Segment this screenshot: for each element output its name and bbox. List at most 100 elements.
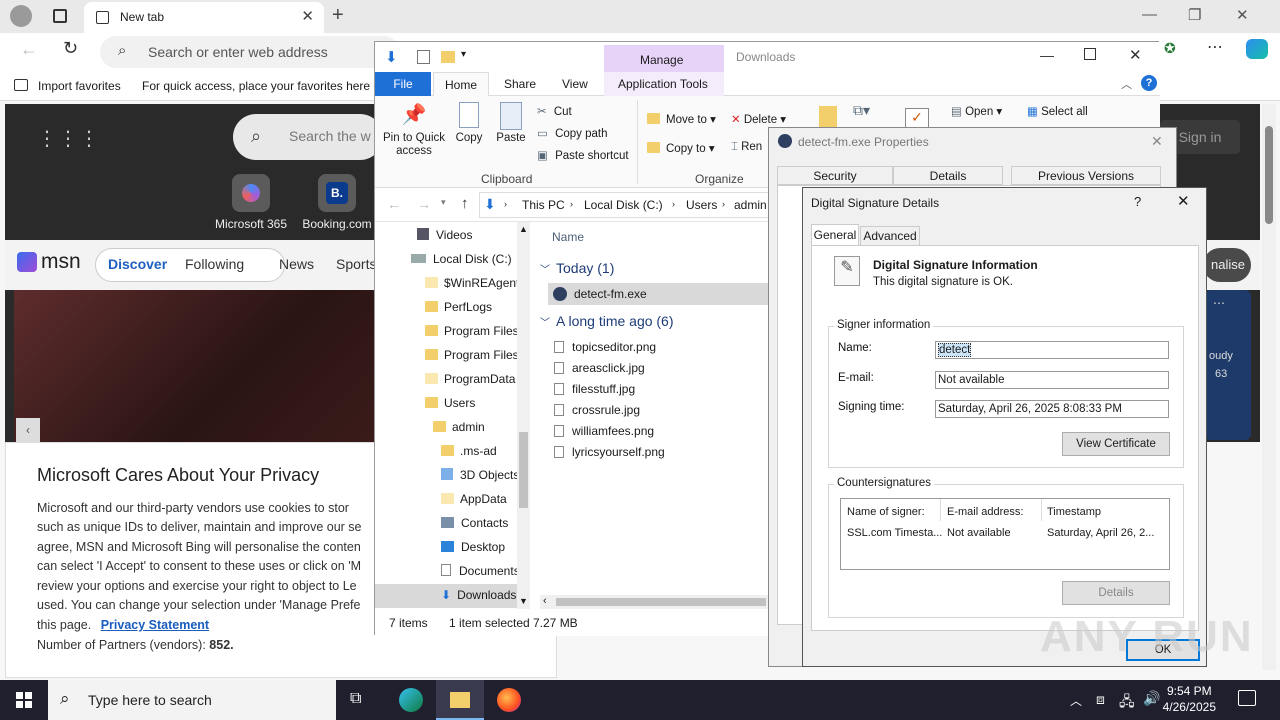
- scrollbar[interactable]: [1262, 104, 1276, 670]
- nav-recent-icon[interactable]: ▾: [441, 197, 446, 208]
- explorer-taskbar-button[interactable]: [436, 680, 484, 720]
- tree-item-3d-objects[interactable]: 3D Objects: [441, 468, 519, 482]
- scroll-up-icon[interactable]: ▲: [519, 224, 528, 234]
- address-bar[interactable]: ⌕ Search or enter web address: [100, 36, 400, 68]
- tab-new-tab[interactable]: New tab ✕: [84, 2, 324, 33]
- countersignatures-table[interactable]: Name of signer: E-mail address: Timestam…: [840, 498, 1170, 570]
- sig-help-button[interactable]: ?: [1134, 194, 1141, 209]
- tree-scrollbar[interactable]: ▲ ▼: [517, 222, 530, 609]
- explorer-maximize-icon[interactable]: [1084, 48, 1096, 60]
- copy-path-button[interactable]: ▭ Copy path: [537, 126, 608, 140]
- file-row[interactable]: filesstuff.jpg: [554, 382, 635, 396]
- ribbon-collapse-icon[interactable]: ︿: [1121, 76, 1132, 92]
- new-tab-icon[interactable]: +: [332, 4, 344, 27]
- scrollbar-thumb[interactable]: [1265, 126, 1273, 224]
- more-menu-icon[interactable]: ⋯: [1207, 37, 1223, 57]
- clock[interactable]: 9:54 PM 4/26/2025: [1163, 683, 1216, 715]
- msn-brand[interactable]: msn: [41, 250, 81, 274]
- new-item-icon[interactable]: ⧉▾: [853, 102, 870, 119]
- tree-item-videos[interactable]: Videos: [417, 228, 472, 242]
- taskbar-search[interactable]: ⌕ Type here to search: [48, 680, 336, 720]
- breadcrumb[interactable]: ⬇ › This PC › Local Disk (C:) › Users › …: [479, 192, 769, 218]
- cut-button[interactable]: ✂ Cut: [537, 104, 572, 118]
- folder-icon[interactable]: [441, 51, 455, 63]
- msn-search-box[interactable]: ⌕ Search the w: [233, 114, 383, 160]
- tab-share[interactable]: Share: [504, 77, 536, 91]
- tree-item-programdata[interactable]: ProgramData: [425, 372, 515, 386]
- column-name-header[interactable]: Name: [552, 230, 584, 244]
- tree-item-downloads[interactable]: ⬇ Downloads: [441, 588, 517, 602]
- paste-shortcut-button[interactable]: ▣ Paste shortcut: [537, 148, 629, 162]
- tree-item-winreagent[interactable]: $WinREAgent: [425, 276, 519, 290]
- tree-item-desktop[interactable]: Desktop: [441, 540, 505, 554]
- network-icon[interactable]: 🖧: [1119, 691, 1135, 715]
- quick-access-down-icon[interactable]: ⬇: [385, 48, 398, 66]
- signing-time-field[interactable]: Saturday, April 26, 2025 8:08:33 PM: [935, 400, 1169, 418]
- view-certificate-button[interactable]: View Certificate: [1062, 432, 1170, 456]
- apps-grid-icon[interactable]: ⋮⋮⋮: [37, 126, 100, 151]
- import-favorites-link[interactable]: Import favorites: [38, 79, 121, 93]
- tree-item-admin[interactable]: admin: [433, 420, 485, 434]
- file-row[interactable]: areasclick.jpg: [554, 361, 645, 375]
- tray-app-icon[interactable]: ⧈: [1096, 691, 1105, 708]
- move-to-button[interactable]: Move to ▾: [647, 112, 716, 126]
- edge-icon[interactable]: [399, 688, 423, 712]
- profile-avatar[interactable]: [10, 5, 32, 27]
- sig-tab-advanced[interactable]: Advanced: [860, 226, 920, 246]
- name-field[interactable]: detect: [935, 341, 1169, 359]
- tab-application-tools[interactable]: Application Tools: [604, 72, 724, 96]
- crumb-admin[interactable]: admin: [734, 198, 767, 212]
- tree-item-perflogs[interactable]: PerfLogs: [425, 300, 492, 314]
- file-row[interactable]: crossrule.jpg: [554, 403, 640, 417]
- nav-discover[interactable]: Discover: [108, 256, 167, 272]
- paste-button[interactable]: Paste: [493, 102, 529, 144]
- nav-back-icon[interactable]: ←: [387, 196, 401, 212]
- help-icon[interactable]: ?: [1141, 75, 1157, 91]
- task-view-icon[interactable]: ⧉: [350, 690, 361, 708]
- counter-signer[interactable]: SSL.com Timesta...: [847, 527, 942, 539]
- weather-card[interactable]: ⋯ oudy 63: [1205, 290, 1251, 440]
- h-scroll-thumb[interactable]: [556, 598, 766, 606]
- col-timestamp[interactable]: Timestamp: [1047, 506, 1101, 518]
- explorer-minimize-icon[interactable]: —: [1040, 47, 1054, 63]
- personalise-button[interactable]: nalise: [1203, 248, 1251, 282]
- copy-button[interactable]: Copy: [451, 102, 487, 144]
- properties-tab-details[interactable]: Details: [893, 166, 1003, 185]
- minimize-icon[interactable]: —: [1142, 6, 1157, 23]
- shortcut-microsoft365[interactable]: Microsoft 365: [211, 174, 291, 231]
- col-name-of-signer[interactable]: Name of signer:: [847, 506, 925, 518]
- selected-file-row[interactable]: detect-fm.exe: [548, 283, 770, 305]
- firefox-icon[interactable]: [497, 688, 521, 712]
- sig-tab-general[interactable]: General: [811, 224, 859, 246]
- crumb-this-pc[interactable]: This PC: [522, 198, 565, 212]
- back-icon[interactable]: ←: [20, 39, 38, 60]
- start-icon[interactable]: [16, 692, 32, 708]
- tree-item-program-files-x86[interactable]: Program Files: [425, 348, 519, 362]
- tree-item-program-files[interactable]: Program Files: [425, 324, 519, 338]
- close-tab-icon[interactable]: ✕: [301, 7, 314, 25]
- file-row[interactable]: lyricsyourself.png: [554, 445, 665, 459]
- tree-item-contacts[interactable]: Contacts: [441, 516, 508, 530]
- counter-email[interactable]: Not available: [947, 527, 1011, 539]
- horizontal-scrollbar[interactable]: ‹: [540, 595, 770, 609]
- customize-qat-icon[interactable]: ▾: [461, 49, 466, 60]
- scroll-left-icon[interactable]: ‹: [543, 595, 547, 607]
- volume-icon[interactable]: 🔊: [1143, 690, 1160, 707]
- hero-image[interactable]: ‹: [14, 290, 376, 442]
- tree-item-users[interactable]: Users: [425, 396, 475, 410]
- copy-to-button[interactable]: Copy to ▾: [647, 141, 715, 155]
- close-window-icon[interactable]: ✕: [1236, 6, 1249, 24]
- rename-button[interactable]: ⌶ Ren: [731, 141, 762, 154]
- nav-following[interactable]: Following: [185, 256, 244, 272]
- tab-view[interactable]: View: [562, 77, 588, 91]
- pin-quick-access-button[interactable]: 📌 Pin to Quick access: [381, 102, 447, 158]
- privacy-statement-link[interactable]: Privacy Statement: [101, 618, 209, 632]
- tree-item-local-disk[interactable]: Local Disk (C:): [411, 252, 512, 266]
- copilot-icon[interactable]: [1246, 39, 1268, 59]
- weather-more-icon[interactable]: ⋯: [1213, 296, 1225, 310]
- crumb-local-disk[interactable]: Local Disk (C:): [584, 198, 663, 212]
- nav-news[interactable]: News: [279, 256, 314, 272]
- manage-tab-header[interactable]: Manage: [604, 45, 724, 72]
- group-old[interactable]: ﹀ A long time ago (6): [540, 313, 674, 329]
- open-button[interactable]: ▤ Open ▾: [951, 104, 1002, 118]
